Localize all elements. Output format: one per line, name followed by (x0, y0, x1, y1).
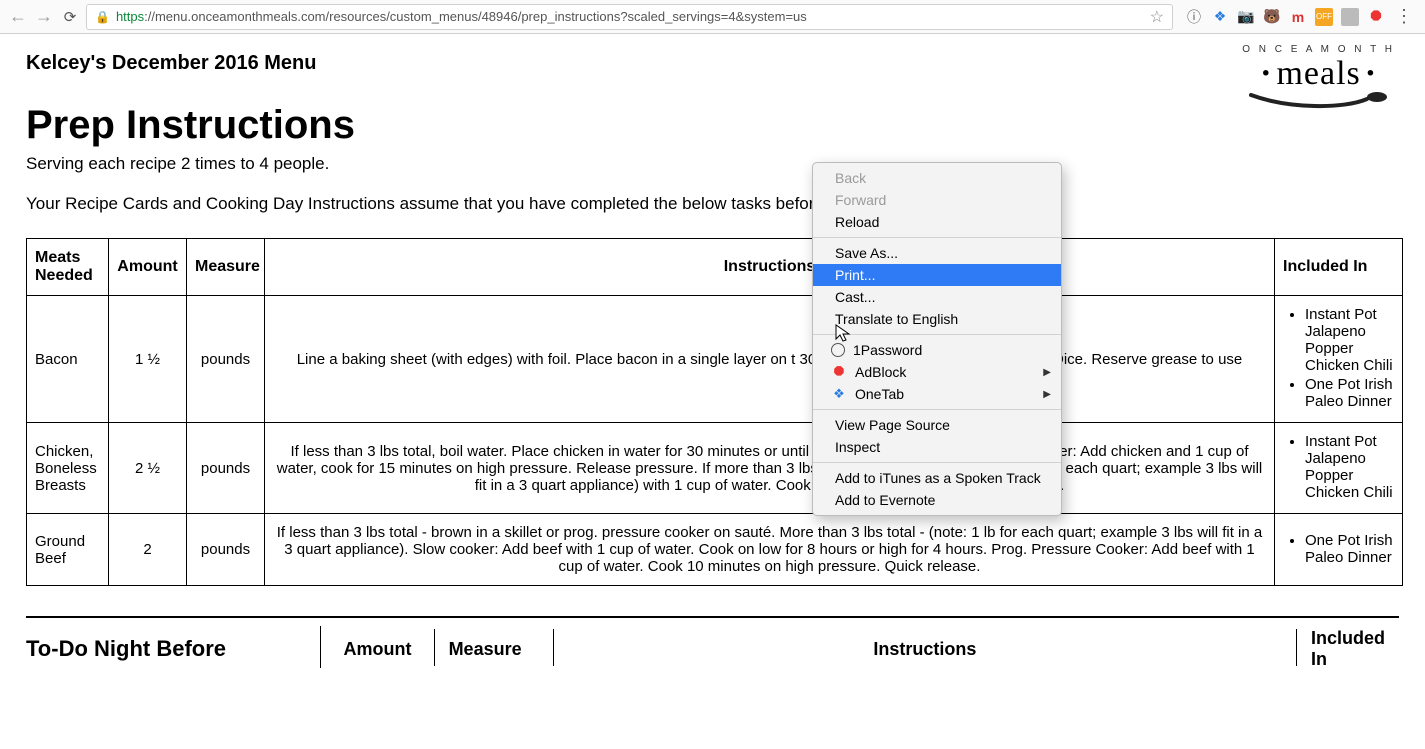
camera-extension-icon[interactable]: 📷 (1237, 8, 1255, 26)
logo-arc-text: O N C E A M O N T H (1242, 44, 1395, 55)
bookmark-star-icon[interactable]: ☆ (1150, 7, 1164, 27)
cell-instructions: If less than 3 lbs total - brown in a sk… (265, 514, 1275, 586)
cell-included: Instant Pot Jalapeno Popper Chicken Chil… (1275, 296, 1403, 423)
context-menu-item: Forward (813, 189, 1061, 211)
meats-table: Meats Needed Amount Measure Instructions… (26, 238, 1403, 586)
night-included: Included In (1297, 618, 1399, 676)
assumption-line: Your Recipe Cards and Cooking Day Instru… (26, 194, 1399, 214)
extension-icons: ⓘ ❖ 📷 🐻 m OFF ⯃ (1179, 8, 1385, 26)
adblock-extension-icon[interactable]: ⯃ (1367, 8, 1385, 26)
header-instructions: Instructions (265, 239, 1275, 296)
context-menu-item: Back (813, 167, 1061, 189)
cell-included: Instant Pot Jalapeno Popper Chicken Chil… (1275, 423, 1403, 514)
context-menu-item[interactable]: Add to iTunes as a Spoken Track (813, 467, 1061, 489)
context-menu-item[interactable]: Save As... (813, 242, 1061, 264)
context-menu-item[interactable]: 1Password (813, 339, 1061, 361)
cell-amount: 2 (109, 514, 187, 586)
cell-meat: Chicken, Boneless Breasts (27, 423, 109, 514)
cell-measure: pounds (187, 296, 265, 423)
table-row: Chicken, Boneless Breasts2 ½poundsIf les… (27, 423, 1403, 514)
included-item: One Pot Irish Paleo Dinner (1305, 532, 1394, 566)
lock-icon: 🔒 (95, 10, 110, 24)
cell-meat: Ground Beef (27, 514, 109, 586)
context-menu-item[interactable]: Translate to English (813, 308, 1061, 330)
context-menu-item[interactable]: Inspect (813, 436, 1061, 458)
serving-line: Serving each recipe 2 times to 4 people. (26, 154, 1399, 174)
browser-toolbar: ← → ⟳ 🔒 https://menu.onceamonthmeals.com… (0, 0, 1425, 34)
header-measure: Measure (187, 239, 265, 296)
table-row: Bacon1 ½poundsLine a baking sheet (with … (27, 296, 1403, 423)
url: https://menu.onceamonthmeals.com/resourc… (116, 9, 807, 24)
adblock-icon: ⯃ (831, 364, 847, 380)
context-menu-item[interactable]: Print... (813, 264, 1061, 286)
context-menu-item[interactable]: View Page Source (813, 414, 1061, 436)
page-content: O N C E A M O N T H meals Kelcey's Decem… (0, 34, 1425, 694)
m-extension-icon[interactable]: m (1289, 8, 1307, 26)
cell-amount: 2 ½ (109, 423, 187, 514)
browser-menu-button[interactable]: ⋮ (1391, 6, 1417, 27)
reload-button[interactable]: ⟳ (60, 8, 80, 26)
context-menu-item[interactable]: ❖OneTab (813, 383, 1061, 405)
table-header-row: Meats Needed Amount Measure Instructions… (27, 239, 1403, 296)
header-amount: Amount (109, 239, 187, 296)
cell-measure: pounds (187, 423, 265, 514)
cell-meat: Bacon (27, 296, 109, 423)
included-item: One Pot Irish Paleo Dinner (1305, 376, 1394, 410)
spoon-icon (1249, 91, 1389, 111)
night-measure: Measure (435, 629, 554, 666)
address-bar[interactable]: 🔒 https://menu.onceamonthmeals.com/resou… (86, 4, 1173, 30)
brand-logo: O N C E A M O N T H meals (1242, 44, 1395, 116)
menu-title: Kelcey's December 2016 Menu (26, 52, 1399, 75)
included-item: Instant Pot Jalapeno Popper Chicken Chil… (1305, 306, 1394, 374)
context-menu-item[interactable]: Reload (813, 211, 1061, 233)
context-menu-item[interactable]: Cast... (813, 286, 1061, 308)
night-before-header: To-Do Night Before Amount Measure Instru… (26, 616, 1399, 676)
info-extension-icon[interactable]: ⓘ (1185, 8, 1203, 26)
back-button[interactable]: ← (8, 6, 28, 27)
cell-instructions: If less than 3 lbs total, boil water. Pl… (265, 423, 1275, 514)
night-instructions: Instructions (554, 629, 1297, 666)
page-heading: Prep Instructions (26, 103, 1399, 148)
off-extension-icon[interactable]: OFF (1315, 8, 1333, 26)
night-title: To-Do Night Before (26, 626, 321, 668)
onetab-extension-icon[interactable]: ❖ (1211, 8, 1229, 26)
onepassword-icon (831, 343, 845, 357)
context-menu-item[interactable]: Add to Evernote (813, 489, 1061, 511)
included-item: Instant Pot Jalapeno Popper Chicken Chil… (1305, 433, 1394, 501)
context-menu-item[interactable]: ⯃AdBlock (813, 361, 1061, 383)
forward-button[interactable]: → (34, 6, 54, 27)
cell-instructions: Line a baking sheet (with edges) with fo… (265, 296, 1275, 423)
cell-included: One Pot Irish Paleo Dinner (1275, 514, 1403, 586)
grey-extension-icon[interactable] (1341, 8, 1359, 26)
cell-amount: 1 ½ (109, 296, 187, 423)
bear-extension-icon[interactable]: 🐻 (1263, 8, 1281, 26)
night-amount: Amount (321, 629, 434, 666)
header-meats: Meats Needed (27, 239, 109, 296)
context-menu[interactable]: BackForwardReload Save As...Print...Cast.… (812, 162, 1062, 516)
header-included: Included In (1275, 239, 1403, 296)
logo-word: meals (1242, 55, 1395, 93)
cell-measure: pounds (187, 514, 265, 586)
onetab-icon: ❖ (831, 386, 847, 402)
table-row: Ground Beef2poundsIf less than 3 lbs tot… (27, 514, 1403, 586)
